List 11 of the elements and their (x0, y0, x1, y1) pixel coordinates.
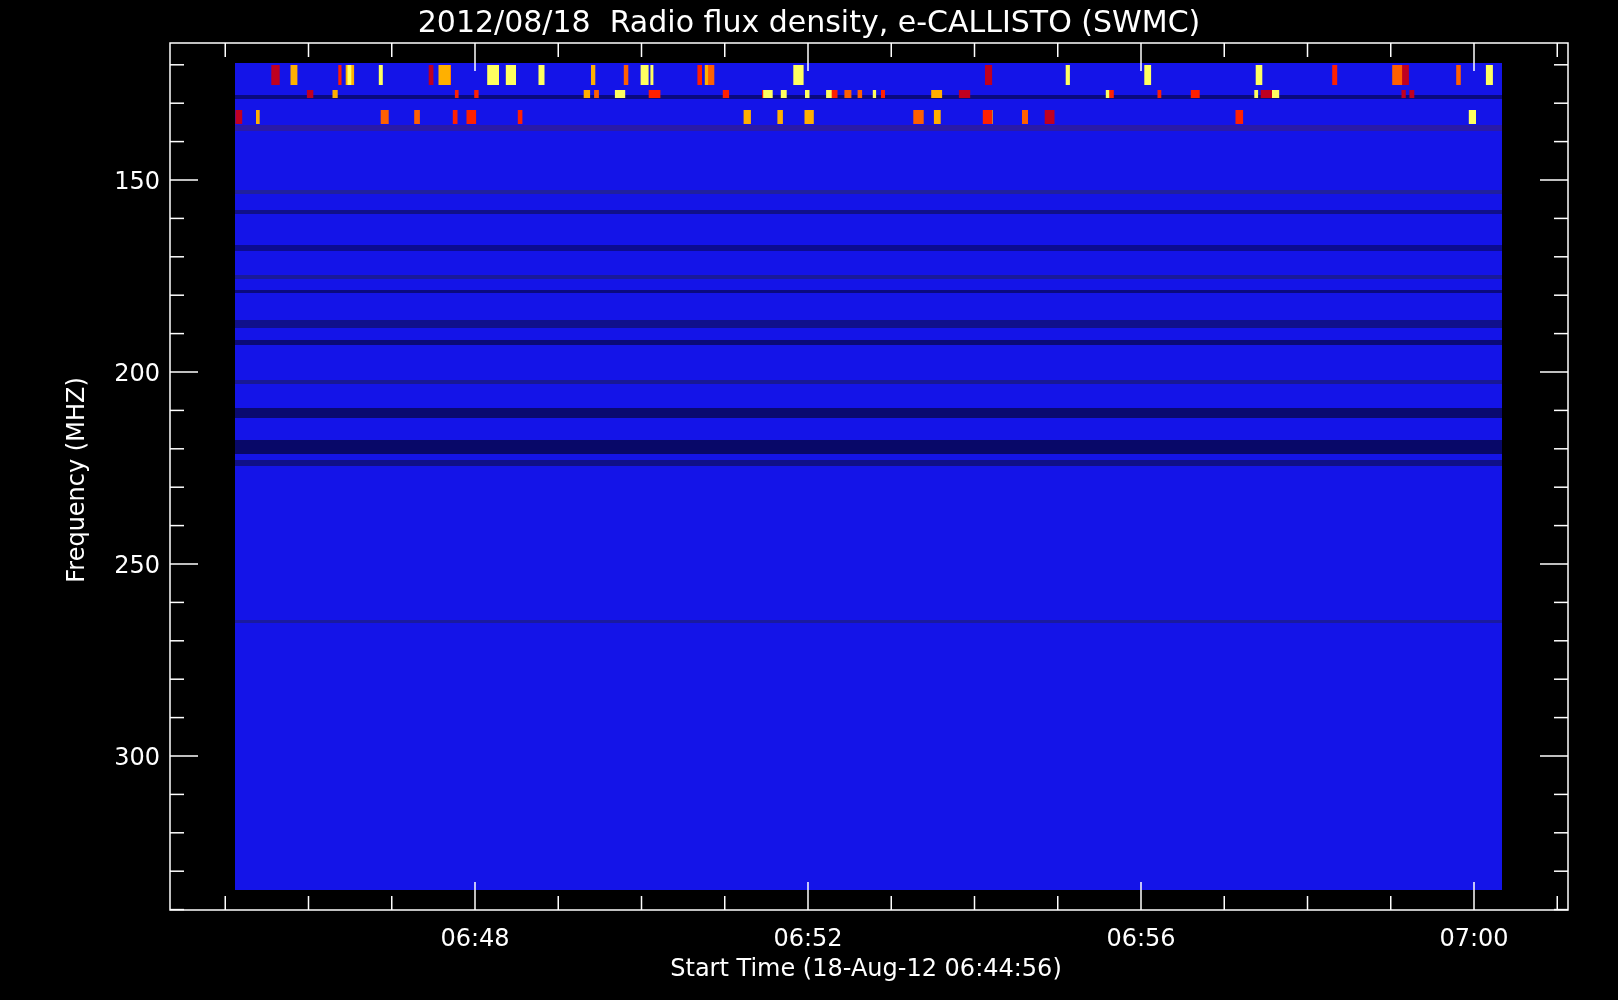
y-axis-label: Frequency (MHZ) (62, 377, 90, 583)
x-tick-label: 06:52 (773, 924, 843, 952)
y-tick-label: 150 (114, 167, 160, 195)
x-tick-label: 07:00 (1439, 924, 1509, 952)
x-tick-label: 06:48 (440, 924, 510, 952)
x-axis-label: Start Time (18-Aug-12 06:44:56) (670, 954, 1062, 982)
y-tick-label: 300 (114, 743, 160, 771)
x-tick-label: 06:56 (1106, 924, 1176, 952)
chart-title: 2012/08/18 Radio flux density, e-CALLISTO (SWMC) (417, 4, 1201, 39)
y-tick-label: 250 (114, 551, 160, 579)
y-tick-label: 200 (114, 359, 160, 387)
